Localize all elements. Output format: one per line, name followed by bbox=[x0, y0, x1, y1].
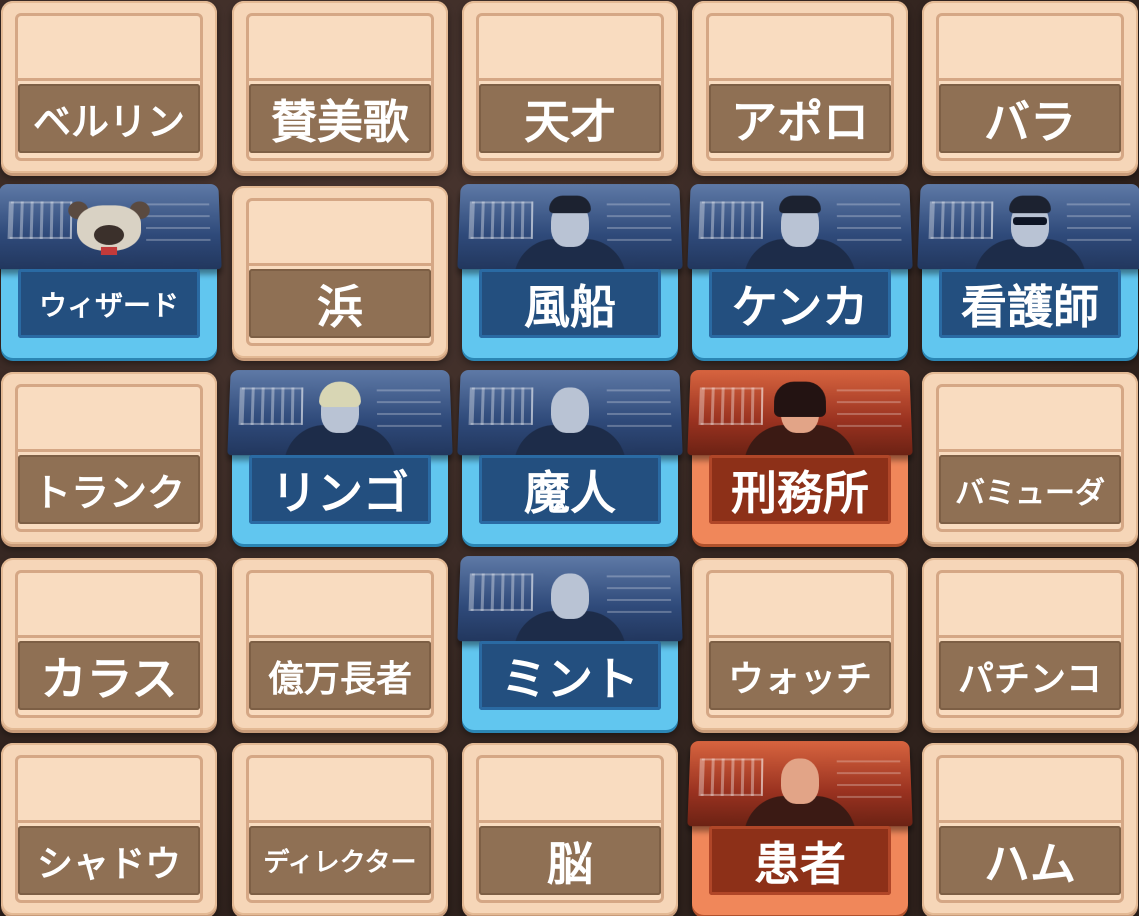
card-2-1[interactable]: ウィザード bbox=[0, 184, 222, 358]
card-4-5[interactable]: パチンコ bbox=[922, 558, 1138, 730]
background-shelf bbox=[1066, 203, 1132, 243]
card-word: バラ bbox=[939, 84, 1121, 153]
card-divider bbox=[706, 635, 894, 638]
agent-portrait-bald-man bbox=[457, 556, 683, 642]
agent-portrait-man-suit bbox=[457, 184, 683, 270]
background-shelf bbox=[606, 389, 672, 429]
card-word: バミューダ bbox=[939, 455, 1121, 524]
card-word: パチンコ bbox=[939, 641, 1121, 710]
window-bars bbox=[468, 573, 534, 611]
card-4-3[interactable]: ミント bbox=[457, 556, 683, 730]
card-word: ハム bbox=[939, 826, 1121, 895]
card-4-2[interactable]: 億万長者 bbox=[232, 558, 448, 730]
card-1-3[interactable]: 天才 bbox=[462, 1, 678, 173]
background-shelf bbox=[836, 389, 902, 429]
card-3-5[interactable]: バミューダ bbox=[922, 372, 1138, 544]
window-bars bbox=[468, 201, 534, 239]
card-3-2[interactable]: リンゴ bbox=[227, 370, 453, 544]
card-word: ケンカ bbox=[709, 269, 891, 338]
window-bars bbox=[698, 758, 764, 796]
card-divider bbox=[15, 449, 203, 452]
card-word: アポロ bbox=[709, 84, 891, 153]
card-5-4[interactable]: 患者 bbox=[687, 741, 913, 915]
card-5-5[interactable]: ハム bbox=[922, 743, 1138, 915]
card-divider bbox=[246, 263, 434, 266]
card-2-2[interactable]: 浜 bbox=[232, 186, 448, 358]
card-divider bbox=[15, 820, 203, 823]
card-word: 患者 bbox=[709, 826, 891, 895]
card-word: ウィザード bbox=[18, 269, 200, 338]
card-word: 賛美歌 bbox=[249, 84, 431, 153]
agent-portrait-man-shades bbox=[917, 184, 1139, 270]
agent-portrait-dog bbox=[0, 184, 222, 270]
card-word: 刑務所 bbox=[709, 455, 891, 524]
card-word: 天才 bbox=[479, 84, 661, 153]
window-bars bbox=[7, 201, 73, 239]
background-shelf bbox=[836, 760, 902, 800]
card-divider bbox=[706, 78, 894, 81]
card-1-5[interactable]: バラ bbox=[922, 1, 1138, 173]
card-3-4[interactable]: 刑務所 bbox=[687, 370, 913, 544]
card-2-4[interactable]: ケンカ bbox=[687, 184, 913, 358]
card-2-3[interactable]: 風船 bbox=[457, 184, 683, 358]
card-divider bbox=[936, 78, 1124, 81]
agent-portrait-blonde-woman bbox=[227, 370, 453, 456]
card-word: ミント bbox=[479, 641, 661, 710]
card-divider bbox=[15, 78, 203, 81]
window-bars bbox=[468, 387, 534, 425]
agent-portrait-old-man bbox=[457, 370, 683, 456]
card-5-2[interactable]: ディレクター bbox=[232, 743, 448, 915]
background-shelf bbox=[145, 203, 211, 243]
agent-portrait-bald-tie-man bbox=[687, 741, 913, 827]
card-word: 浜 bbox=[249, 269, 431, 338]
game-board: ベルリン 賛美歌 天才 アポロ バラウィザード浜風船 ケンカ 看護師トランク リンゴ 魔人 刑務所… bbox=[0, 0, 1139, 916]
agent-portrait-woman-jacket bbox=[687, 184, 913, 270]
card-1-4[interactable]: アポロ bbox=[692, 1, 908, 173]
agent-portrait-bob-woman bbox=[687, 370, 913, 456]
card-5-1[interactable]: シャドウ bbox=[1, 743, 217, 915]
card-1-2[interactable]: 賛美歌 bbox=[232, 1, 448, 173]
card-divider bbox=[936, 635, 1124, 638]
card-word: ウォッチ bbox=[709, 641, 891, 710]
card-word: リンゴ bbox=[249, 455, 431, 524]
card-divider bbox=[936, 820, 1124, 823]
card-3-3[interactable]: 魔人 bbox=[457, 370, 683, 544]
card-word: ベルリン bbox=[18, 84, 200, 153]
card-divider bbox=[246, 635, 434, 638]
card-word: 看護師 bbox=[939, 269, 1121, 338]
card-divider bbox=[476, 820, 664, 823]
card-word: 脳 bbox=[479, 826, 661, 895]
card-divider bbox=[936, 449, 1124, 452]
card-word: 魔人 bbox=[479, 455, 661, 524]
card-3-1[interactable]: トランク bbox=[1, 372, 217, 544]
window-bars bbox=[928, 201, 994, 239]
background-shelf bbox=[836, 203, 902, 243]
background-shelf bbox=[376, 389, 442, 429]
window-bars bbox=[698, 201, 764, 239]
card-1-1[interactable]: ベルリン bbox=[1, 1, 217, 173]
card-word: カラス bbox=[18, 641, 200, 710]
card-4-1[interactable]: カラス bbox=[1, 558, 217, 730]
card-word: シャドウ bbox=[18, 826, 200, 895]
card-divider bbox=[246, 78, 434, 81]
card-4-4[interactable]: ウォッチ bbox=[692, 558, 908, 730]
window-bars bbox=[698, 387, 764, 425]
card-word: 風船 bbox=[479, 269, 661, 338]
card-word: トランク bbox=[18, 455, 200, 524]
card-word: ディレクター bbox=[249, 826, 431, 895]
card-divider bbox=[246, 820, 434, 823]
card-divider bbox=[15, 635, 203, 638]
background-shelf bbox=[606, 575, 672, 615]
card-5-3[interactable]: 脳 bbox=[462, 743, 678, 915]
card-word: 億万長者 bbox=[249, 641, 431, 710]
background-shelf bbox=[606, 203, 672, 243]
card-2-5[interactable]: 看護師 bbox=[917, 184, 1139, 358]
window-bars bbox=[238, 387, 304, 425]
card-divider bbox=[476, 78, 664, 81]
